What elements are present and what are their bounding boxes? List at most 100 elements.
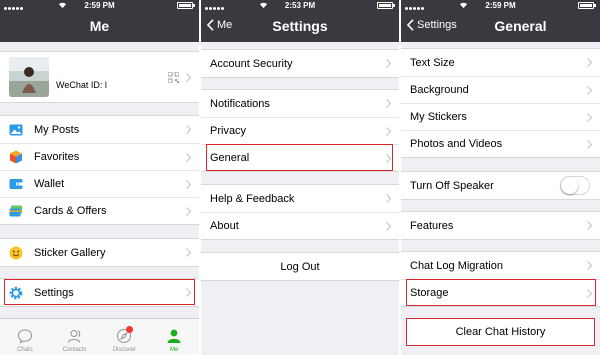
general-group-display: Text Size Background My Stickers Photos … bbox=[401, 48, 600, 158]
contacts-icon bbox=[67, 330, 80, 343]
chevron-right-icon bbox=[587, 86, 592, 95]
menu-item-label: Wallet bbox=[34, 178, 65, 190]
menu-item-label: Features bbox=[410, 219, 454, 232]
settings-group-account: Account Security bbox=[201, 49, 399, 78]
chevron-right-icon bbox=[587, 261, 592, 270]
wechat-id: WeChat ID: l bbox=[56, 80, 107, 90]
menu-item-label: Help & Feedback bbox=[210, 192, 295, 205]
menu-item-label: Turn Off Speaker bbox=[410, 179, 494, 192]
menu-item-sticker-gallery[interactable]: Sticker Gallery bbox=[0, 239, 199, 266]
menu-item-about[interactable]: About bbox=[201, 212, 399, 239]
battery-icon bbox=[377, 2, 395, 9]
menu-item-my-stickers[interactable]: My Stickers bbox=[401, 103, 600, 130]
nav-bar: Me Settings bbox=[201, 11, 399, 42]
menu-item-cards-offers[interactable]: Cards & Offers bbox=[0, 197, 199, 224]
status-time: 2:53 PM bbox=[284, 1, 316, 10]
chevron-right-icon bbox=[186, 153, 191, 162]
chevron-right-icon bbox=[386, 59, 391, 68]
clear-chat-history-label: Clear Chat History bbox=[455, 326, 546, 338]
settings-group-help: Help & Feedback About bbox=[201, 184, 399, 240]
menu-item-my-posts[interactable]: My Posts bbox=[0, 116, 199, 143]
notification-badge bbox=[126, 326, 134, 333]
chevron-right-icon bbox=[186, 73, 191, 82]
menu-group-main: My Posts Favorites Wallet Cards & Offers bbox=[0, 115, 199, 225]
menu-item-help-feedback[interactable]: Help & Feedback bbox=[201, 185, 399, 212]
photo-icon bbox=[9, 123, 23, 137]
status-bar: 2:53 PM bbox=[201, 0, 399, 11]
menu-item-label: Sticker Gallery bbox=[34, 246, 106, 259]
tab-chats[interactable]: Chats bbox=[0, 319, 50, 355]
menu-group-stickers: Sticker Gallery bbox=[0, 238, 199, 267]
menu-item-photos-videos[interactable]: Photos and Videos bbox=[401, 130, 600, 157]
menu-item-label: Cards & Offers bbox=[34, 205, 107, 217]
chevron-right-icon bbox=[186, 125, 191, 134]
cube-icon bbox=[9, 150, 23, 164]
menu-item-label: Favorites bbox=[34, 151, 80, 163]
menu-item-label: Chat Log Migration bbox=[410, 259, 503, 272]
nav-bar: Me bbox=[0, 11, 199, 42]
menu-item-label: My Posts bbox=[34, 123, 80, 136]
chevron-right-icon bbox=[386, 194, 391, 203]
chevron-right-icon bbox=[386, 222, 391, 231]
status-time: 2:59 PM bbox=[485, 1, 516, 10]
general-group-clear: Clear Chat History bbox=[401, 318, 600, 346]
chevron-right-icon bbox=[186, 207, 191, 216]
menu-item-label: Account Security bbox=[210, 57, 293, 70]
chevron-left-icon bbox=[407, 19, 414, 31]
settings-highlight-box bbox=[4, 279, 195, 305]
toggle-knob bbox=[561, 177, 578, 194]
tab-label: Chats bbox=[17, 347, 33, 353]
chevron-right-icon bbox=[186, 248, 191, 257]
general-highlight-box bbox=[206, 144, 393, 171]
menu-item-account-security[interactable]: Account Security bbox=[201, 50, 399, 77]
menu-item-favorites[interactable]: Favorites bbox=[0, 143, 199, 170]
menu-item-label: Photos and Videos bbox=[410, 138, 503, 150]
tab-contacts[interactable]: Contacts bbox=[50, 319, 100, 355]
qr-code-icon[interactable] bbox=[168, 72, 179, 83]
clear-chat-history-button[interactable]: Clear Chat History bbox=[406, 318, 595, 346]
chevron-right-icon bbox=[587, 140, 592, 149]
general-group-speaker: Turn Off Speaker bbox=[401, 171, 600, 200]
menu-item-wallet[interactable]: Wallet bbox=[0, 170, 199, 197]
tab-label: Me bbox=[169, 347, 179, 353]
logout-button[interactable]: Log Out bbox=[201, 253, 399, 280]
menu-item-label: About bbox=[210, 220, 239, 232]
page-title: Settings bbox=[272, 18, 328, 34]
person-icon bbox=[167, 329, 181, 343]
chevron-right-icon bbox=[386, 99, 391, 108]
logout-label: Log Out bbox=[280, 260, 320, 273]
menu-item-notifications[interactable]: Notifications bbox=[201, 90, 399, 117]
speaker-toggle[interactable] bbox=[560, 176, 590, 195]
tab-bar: Chats Contacts Discover Me bbox=[0, 318, 199, 355]
chevron-right-icon bbox=[386, 127, 391, 136]
tab-discover[interactable]: Discover bbox=[100, 319, 150, 355]
tab-label: Contacts bbox=[62, 347, 87, 353]
menu-item-label: Notifications bbox=[210, 97, 270, 110]
avatar bbox=[9, 57, 49, 97]
chevron-right-icon bbox=[587, 58, 592, 67]
me-screen: 2:59 PM Me WeChat ID: l My Posts Favorit… bbox=[0, 0, 199, 355]
menu-item-chat-log-migration[interactable]: Chat Log Migration bbox=[401, 252, 600, 279]
profile-row[interactable]: WeChat ID: l bbox=[0, 51, 199, 103]
battery-icon bbox=[177, 2, 195, 9]
nav-bar: Settings General bbox=[401, 11, 600, 42]
menu-item-text-size[interactable]: Text Size bbox=[401, 49, 600, 76]
general-screen: 2:59 PM Settings General Text Size Backg… bbox=[401, 0, 600, 355]
menu-item-features[interactable]: Features bbox=[401, 212, 600, 239]
settings-screen: 2:53 PM Me Settings Account Security Not… bbox=[201, 0, 399, 355]
battery-icon bbox=[578, 2, 596, 9]
status-bar: 2:59 PM bbox=[401, 0, 600, 11]
tab-me[interactable]: Me bbox=[149, 319, 199, 355]
menu-item-label: Background bbox=[410, 84, 469, 96]
menu-item-label: My Stickers bbox=[410, 111, 467, 123]
page-title: Me bbox=[89, 18, 110, 34]
wallet-icon bbox=[9, 177, 23, 191]
chat-bubble-icon bbox=[17, 329, 32, 344]
chevron-right-icon bbox=[587, 221, 592, 230]
general-group-features: Features bbox=[401, 211, 600, 240]
storage-highlight-box bbox=[406, 279, 596, 306]
chevron-right-icon bbox=[186, 180, 191, 189]
menu-item-background[interactable]: Background bbox=[401, 76, 600, 103]
cards-icon bbox=[9, 204, 23, 218]
menu-item-privacy[interactable]: Privacy bbox=[201, 117, 399, 144]
